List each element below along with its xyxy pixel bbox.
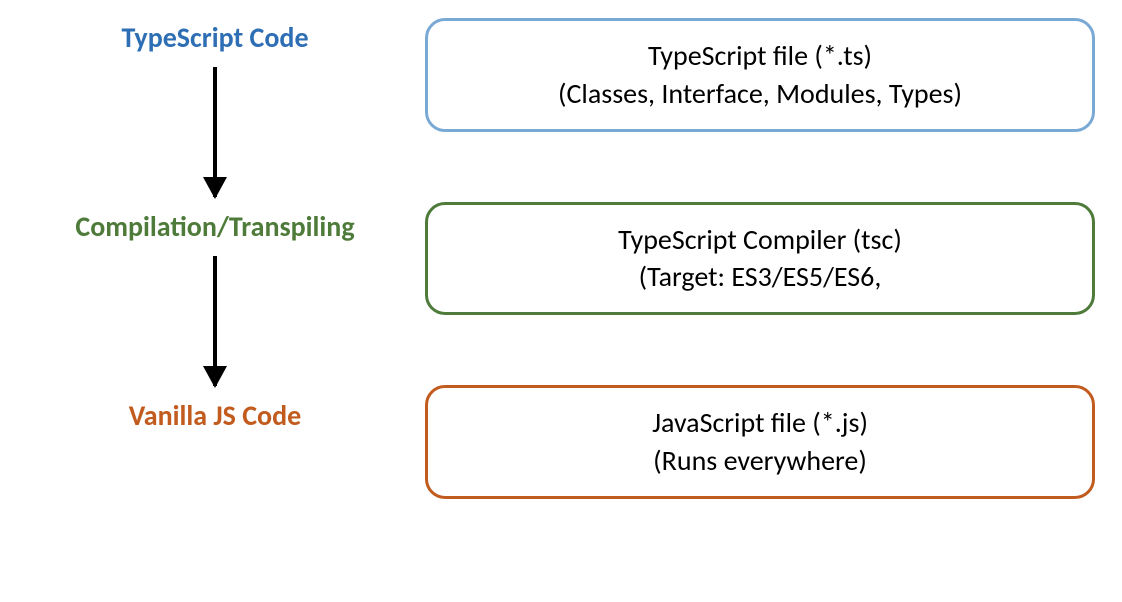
box3-line1: JavaScript file (*.js) [458, 404, 1062, 442]
arrow-2 [213, 256, 217, 386]
compiler-box: TypeScript Compiler (tsc) (Target: ES3/E… [425, 202, 1095, 316]
step3-label: Vanilla JS Code [30, 398, 400, 433]
box3-line2: (Runs everywhere) [458, 442, 1062, 480]
right-boxes-column: TypeScript file (*.ts) (Classes, Interfa… [425, 18, 1095, 499]
arrow-1 [213, 67, 217, 197]
box2-line1: TypeScript Compiler (tsc) [458, 221, 1062, 259]
javascript-file-box: JavaScript file (*.js) (Runs everywhere) [425, 385, 1095, 499]
box1-line1: TypeScript file (*.ts) [458, 37, 1062, 75]
typescript-file-box: TypeScript file (*.ts) (Classes, Interfa… [425, 18, 1095, 132]
box2-line2: (Target: ES3/ES5/ES6, [458, 258, 1062, 296]
left-flow-column: TypeScript Code Compilation/Transpiling … [30, 20, 400, 433]
step2-label: Compilation/Transpiling [30, 209, 400, 244]
box1-line2: (Classes, Interface, Modules, Types) [458, 75, 1062, 113]
step1-label: TypeScript Code [30, 20, 400, 55]
